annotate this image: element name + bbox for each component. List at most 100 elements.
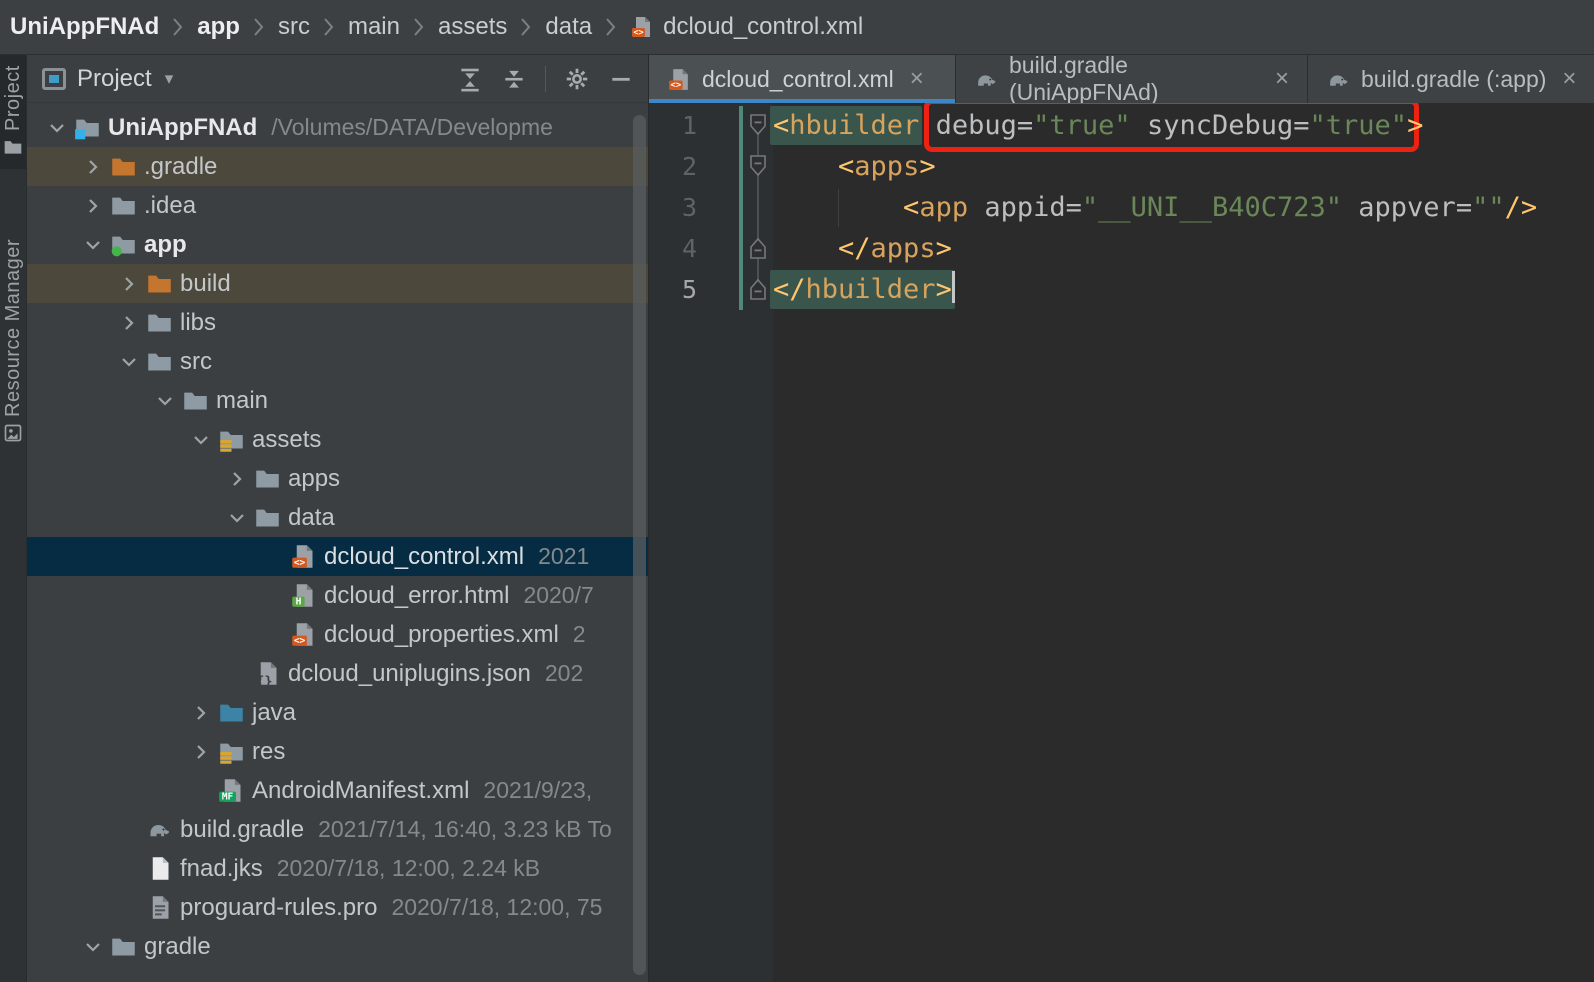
- tree-row-uniappfnad[interactable]: UniAppFNAd/Volumes/DATA/Developme: [26, 108, 648, 147]
- code-token: appid: [984, 192, 1065, 223]
- tree-row-build[interactable]: build: [26, 264, 648, 303]
- tree-row-res[interactable]: res: [26, 732, 648, 771]
- tree-row-main[interactable]: main: [26, 381, 648, 420]
- tree-row-assets[interactable]: assets: [26, 420, 648, 459]
- breadcrumb-item-dcloud-control-xml[interactable]: <>dcloud_control.xml: [630, 13, 863, 41]
- chevron-placeholder: [256, 537, 290, 576]
- hide-button[interactable]: [602, 62, 640, 96]
- settings-button[interactable]: [558, 62, 596, 96]
- editor-tab-build-gradle-app-[interactable]: build.gradle (:app)×: [1308, 55, 1594, 103]
- chevron-placeholder: [220, 654, 254, 693]
- tree-row-fnad-jks[interactable]: fnad.jks2020/7/18, 12:00, 2.24 kB: [26, 849, 648, 888]
- tree-item-label: AndroidManifest.xml: [252, 777, 469, 805]
- tab-close-icon[interactable]: ×: [910, 65, 924, 93]
- chevron-right-icon[interactable]: [184, 732, 218, 771]
- breadcrumb-item-data[interactable]: data: [545, 13, 592, 41]
- breadcrumb-separator-icon: [413, 16, 425, 38]
- file-xml-icon: <>: [667, 67, 692, 92]
- code-token: "true": [1310, 110, 1408, 141]
- tab-close-icon[interactable]: ×: [1275, 65, 1289, 93]
- tree-row-java[interactable]: java: [26, 693, 648, 732]
- tree-row-data[interactable]: data: [26, 498, 648, 537]
- folder-icon: [146, 303, 179, 342]
- settings-icon: [564, 66, 590, 92]
- tree-item-label: .idea: [144, 192, 196, 220]
- tree-row-proguard-rules-pro[interactable]: proguard-rules.pro2020/7/18, 12:00, 75: [26, 888, 648, 927]
- toolbar-separator: [545, 66, 546, 92]
- chevron-placeholder: [112, 888, 146, 927]
- fold-marker-up-icon[interactable]: [749, 278, 767, 300]
- editor-tab-dcloud-control-xml[interactable]: <>dcloud_control.xml×: [649, 55, 956, 103]
- chevron-down-icon[interactable]: [40, 108, 74, 147]
- stripe-button-project[interactable]: Project: [0, 55, 26, 169]
- folder-icon: [254, 459, 287, 498]
- chevron-down-icon[interactable]: [184, 420, 218, 459]
- code-line-2: <apps>: [773, 146, 936, 187]
- chevron-right-icon[interactable]: [112, 264, 146, 303]
- fold-marker-down-icon[interactable]: [749, 155, 767, 177]
- fold-marker-up-icon[interactable]: [749, 237, 767, 259]
- breadcrumb-label: data: [545, 13, 592, 41]
- chevron-down-icon[interactable]: [76, 225, 110, 264]
- chevron-down-icon[interactable]: [220, 498, 254, 537]
- code-token: app: [919, 192, 968, 223]
- project-view-selector[interactable]: Project ▾: [42, 65, 173, 93]
- chevron-down-icon[interactable]: [112, 342, 146, 381]
- tree-row-gradle[interactable]: gradle: [26, 927, 648, 966]
- code-token: [1131, 110, 1147, 141]
- line-number: 1: [649, 105, 697, 146]
- tree-row-src[interactable]: src: [26, 342, 648, 381]
- editor-tab-bar: <>dcloud_control.xml×build.gradle (UniAp…: [649, 55, 1594, 103]
- stripe-button-resource-manager[interactable]: Resource Manager: [0, 195, 26, 464]
- svg-text:MF: MF: [222, 791, 234, 802]
- code-token: />: [1505, 192, 1538, 223]
- code-token: >: [1407, 110, 1423, 141]
- collapse-all-button[interactable]: [495, 62, 533, 96]
- expand-all-button[interactable]: [451, 62, 489, 96]
- tree-row-dcloud-uniplugins-json[interactable]: {}dcloud_uniplugins.json202: [26, 654, 648, 693]
- chevron-down-icon: ▾: [165, 69, 174, 89]
- editor-tab-build-gradle-uniappfnad-[interactable]: build.gradle (UniAppFNAd)×: [956, 55, 1308, 103]
- file-xml-icon: <>: [630, 15, 654, 39]
- chevron-right-icon[interactable]: [184, 693, 218, 732]
- chevron-down-icon[interactable]: [76, 927, 110, 966]
- file-json-icon: {}: [254, 654, 287, 693]
- tree-row-app[interactable]: app: [26, 225, 648, 264]
- chevron-down-icon[interactable]: [148, 381, 182, 420]
- tree-row-androidmanifest-xml[interactable]: MFAndroidManifest.xml2021/9/23,: [26, 771, 648, 810]
- code-token: apps: [871, 233, 936, 264]
- gradle-icon: [146, 810, 179, 849]
- code-token: >: [919, 151, 935, 182]
- breadcrumb-label: assets: [438, 13, 507, 41]
- tree-row-dcloud-properties-xml[interactable]: <>dcloud_properties.xml2: [26, 615, 648, 654]
- breadcrumb-item-src[interactable]: src: [278, 13, 310, 41]
- breadcrumb-item-uniappfnad[interactable]: UniAppFNAd: [10, 13, 159, 41]
- folder-badge-square-icon: [74, 108, 107, 147]
- folder-icon: [146, 342, 179, 381]
- chevron-placeholder: [112, 810, 146, 849]
- breadcrumb-item-main[interactable]: main: [348, 13, 400, 41]
- line-number: 2: [649, 146, 697, 187]
- tree-item-label: assets: [252, 426, 321, 454]
- tree-item-label: dcloud_uniplugins.json: [288, 660, 531, 688]
- chevron-right-icon[interactable]: [76, 186, 110, 225]
- resource-manager-icon: [3, 423, 23, 448]
- tree-row-apps[interactable]: apps: [26, 459, 648, 498]
- breadcrumb-item-app[interactable]: app: [197, 13, 240, 41]
- chevron-right-icon[interactable]: [112, 303, 146, 342]
- breadcrumb-item-assets[interactable]: assets: [438, 13, 507, 41]
- chevron-right-icon[interactable]: [76, 147, 110, 186]
- tree-row-dcloud-error-html[interactable]: Hdcloud_error.html2020/7: [26, 576, 648, 615]
- chevron-right-icon[interactable]: [220, 459, 254, 498]
- tree-row--gradle[interactable]: .gradle: [26, 147, 648, 186]
- tree-row-libs[interactable]: libs: [26, 303, 648, 342]
- tree-row-dcloud-control-xml[interactable]: <>dcloud_control.xml2021: [26, 537, 648, 576]
- tree-row--idea[interactable]: .idea: [26, 186, 648, 225]
- tree-item-meta: 2021: [538, 543, 589, 570]
- line-number: 3: [649, 187, 697, 228]
- tab-close-icon[interactable]: ×: [1562, 65, 1576, 93]
- fold-marker-down-icon[interactable]: [749, 114, 767, 136]
- tree-row-build-gradle[interactable]: build.gradle2021/7/14, 16:40, 3.23 kB To: [26, 810, 648, 849]
- tree-scrollbar[interactable]: [633, 115, 646, 975]
- editor-body[interactable]: 12345 <hbuilder debug="true" syncDebug="…: [649, 103, 1594, 982]
